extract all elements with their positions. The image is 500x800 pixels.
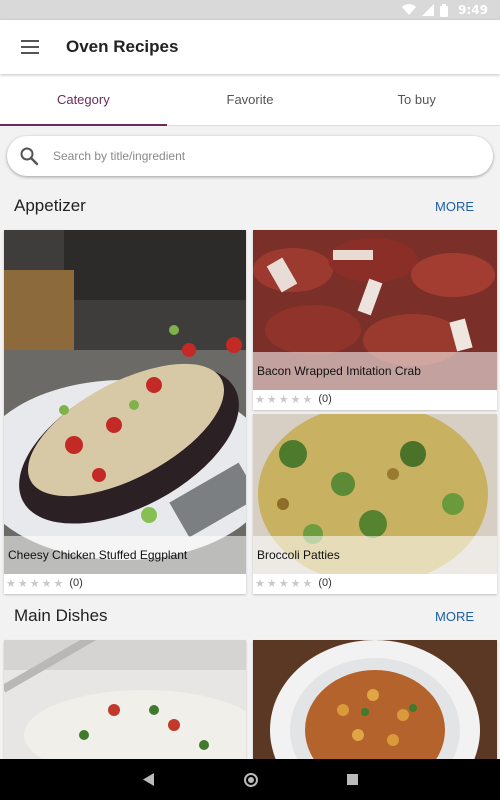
rating-count: (0) bbox=[318, 393, 332, 405]
status-bar: 9:49 bbox=[0, 0, 500, 20]
battery-icon bbox=[440, 3, 449, 17]
menu-button[interactable] bbox=[0, 20, 60, 74]
recipe-card[interactable]: Bacon Wrapped Imitation Crab ★★★★★ (0) bbox=[253, 230, 497, 410]
search-icon bbox=[20, 147, 39, 166]
search-bar bbox=[7, 136, 493, 176]
search-input[interactable] bbox=[53, 149, 453, 163]
recipe-card[interactable]: Broccoli Patties ★★★★★ (0) bbox=[253, 414, 497, 594]
recipe-image bbox=[253, 640, 497, 759]
recipe-title: Bacon Wrapped Imitation Crab bbox=[253, 352, 497, 390]
recipe-card[interactable]: Cheesy Chicken Stuffed Eggplant ★★★★★ (0… bbox=[4, 230, 246, 594]
rating-stars-icon: ★★★★★ bbox=[6, 577, 66, 590]
wifi-icon bbox=[402, 4, 417, 16]
status-time: 9:49 bbox=[458, 3, 488, 17]
app-bar: Oven Recipes bbox=[0, 20, 500, 74]
app-title: Oven Recipes bbox=[66, 37, 179, 56]
rating: ★★★★★ (0) bbox=[255, 574, 332, 592]
recipe-title: Cheesy Chicken Stuffed Eggplant bbox=[4, 536, 246, 574]
section-title: Main Dishes bbox=[14, 606, 108, 625]
tab-category[interactable]: Category bbox=[0, 74, 167, 126]
cell-signal-icon bbox=[422, 4, 435, 16]
section-header-appetizer: Appetizer MORE bbox=[0, 186, 500, 226]
more-link[interactable]: MORE bbox=[435, 609, 474, 624]
rating: ★★★★★ (0) bbox=[6, 574, 83, 592]
section-header-main-dishes: Main Dishes MORE bbox=[0, 596, 500, 636]
home-icon[interactable] bbox=[243, 772, 259, 788]
back-icon[interactable] bbox=[142, 773, 155, 786]
rating-count: (0) bbox=[69, 577, 83, 589]
tab-favorite[interactable]: Favorite bbox=[167, 74, 334, 125]
recipe-title: Broccoli Patties bbox=[253, 536, 497, 574]
system-nav-bar bbox=[0, 759, 500, 800]
tab-to-buy[interactable]: To buy bbox=[333, 74, 500, 125]
rating: ★★★★★ (0) bbox=[255, 390, 332, 408]
recents-icon[interactable] bbox=[346, 774, 358, 785]
section-title: Appetizer bbox=[14, 196, 86, 215]
rating-stars-icon: ★★★★★ bbox=[255, 577, 315, 590]
recipe-card[interactable] bbox=[4, 640, 246, 759]
rating-count: (0) bbox=[318, 577, 332, 589]
hamburger-menu-icon bbox=[21, 40, 39, 54]
recipe-card[interactable] bbox=[253, 640, 497, 759]
more-link[interactable]: MORE bbox=[435, 199, 474, 214]
recipe-image bbox=[4, 640, 246, 759]
recipe-image bbox=[4, 230, 246, 574]
tab-bar: Category Favorite To buy bbox=[0, 74, 500, 126]
rating-stars-icon: ★★★★★ bbox=[255, 393, 315, 406]
